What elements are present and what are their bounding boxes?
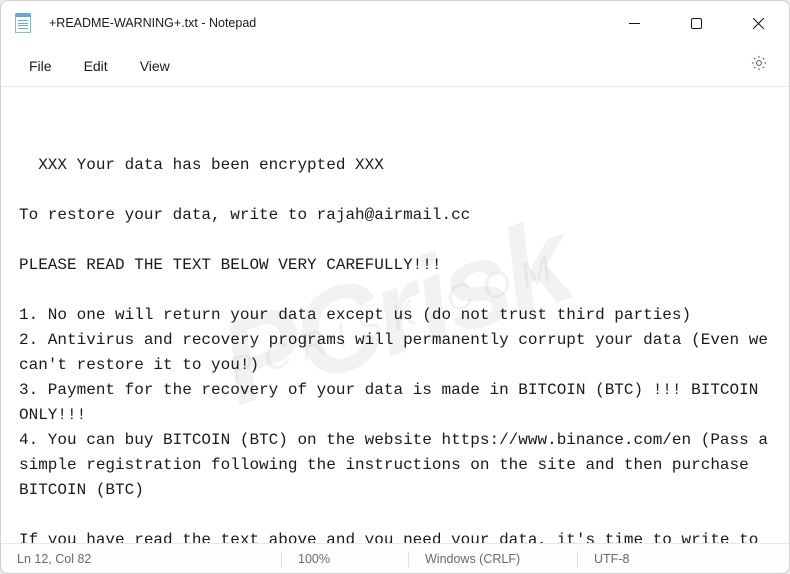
menubar: File Edit View (1, 45, 789, 87)
window-title: +README-WARNING+.txt - Notepad (45, 16, 603, 30)
status-line-ending: Windows (CRLF) (409, 544, 577, 573)
close-button[interactable] (727, 1, 789, 45)
text-editor[interactable]: PCrisk PCRISK.COM XXX Your data has been… (1, 87, 789, 543)
title-appname: Notepad (209, 16, 256, 30)
status-cursor-position: Ln 12, Col 82 (1, 544, 281, 573)
notepad-window: +README-WARNING+.txt - Notepad File Edit… (0, 0, 790, 574)
minimize-button[interactable] (603, 1, 665, 45)
watermark: PCrisk PCRISK.COM (221, 246, 569, 385)
gear-icon (750, 54, 768, 77)
settings-button[interactable] (739, 50, 779, 82)
status-encoding: UTF-8 (578, 544, 645, 573)
titlebar[interactable]: +README-WARNING+.txt - Notepad (1, 1, 789, 45)
window-controls (603, 1, 789, 45)
maximize-button[interactable] (665, 1, 727, 45)
menu-view[interactable]: View (124, 52, 186, 80)
notepad-icon (15, 13, 31, 33)
title-filename: +README-WARNING+.txt (49, 16, 198, 30)
menu-edit[interactable]: Edit (68, 52, 124, 80)
menu-file[interactable]: File (13, 52, 68, 80)
statusbar: Ln 12, Col 82 100% Windows (CRLF) UTF-8 (1, 543, 789, 573)
status-zoom[interactable]: 100% (282, 544, 408, 573)
